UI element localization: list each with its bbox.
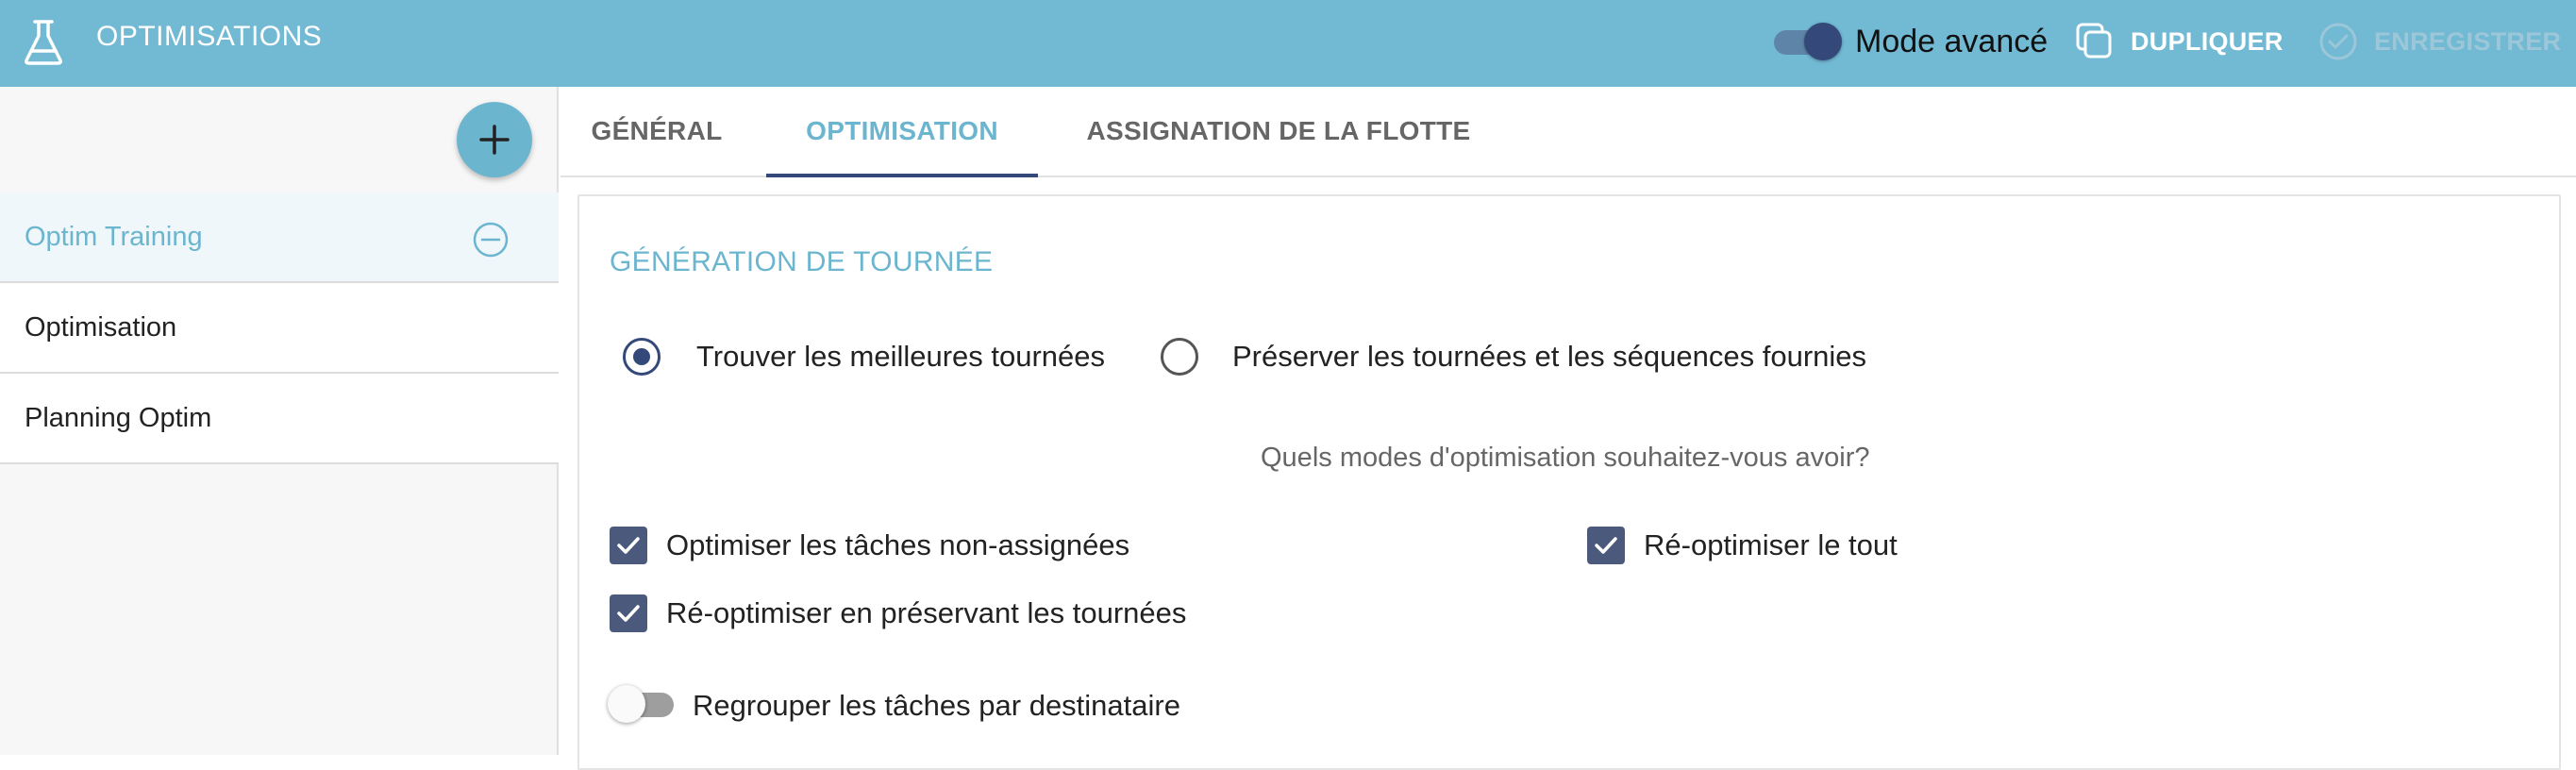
optimisation-panel: GÉNÉRATION DE TOURNÉE Trouver les meille… <box>577 194 2561 770</box>
group-by-recipient-label: Regrouper les tâches par destinataire <box>693 689 1180 722</box>
advanced-mode-label: Mode avancé <box>1855 24 2049 59</box>
check-circle-icon <box>2319 23 2357 60</box>
radio-preserve-routes-label: Préserver les tournées et les séquences … <box>1232 340 1867 373</box>
radio-best-routes-label: Trouver les meilleures tournées <box>696 340 1106 373</box>
radio-best-routes[interactable] <box>623 338 661 376</box>
tab-optimisation[interactable]: OPTIMISATION <box>766 87 1038 177</box>
top-bar: OPTIMISATIONS Mode avancé DUPLIQUER ENRE… <box>0 0 2576 87</box>
page-title: OPTIMISATIONS <box>96 21 323 52</box>
checkmark-icon <box>617 537 640 554</box>
tab-fleet-assignment[interactable]: ASSIGNATION DE LA FLOTTE <box>1066 87 1491 177</box>
checkbox-reoptimise-all-label: Ré-optimiser le tout <box>1644 528 1898 561</box>
toggle-knob <box>1804 23 1842 60</box>
checkbox-reoptimise-all[interactable] <box>1587 527 1625 564</box>
checkbox-optimise-unassigned-label: Optimiser les tâches non-assignées <box>666 528 1130 561</box>
sidebar-item-label: Optimisation <box>25 312 177 343</box>
duplicate-label: DUPLIQUER <box>2131 27 2283 56</box>
sidebar-item-planning-optim[interactable]: Planning Optim <box>0 374 559 464</box>
tab-bar: GÉNÉRAL OPTIMISATION ASSIGNATION DE LA F… <box>560 87 2576 177</box>
radio-preserve-routes[interactable] <box>1161 338 1198 376</box>
add-optimisation-button[interactable] <box>457 102 532 177</box>
sidebar-item-optimisation[interactable]: Optimisation <box>0 283 559 374</box>
group-by-recipient-toggle[interactable] <box>608 685 679 725</box>
sidebar-item-label: Optim Training <box>25 222 203 252</box>
sidebar: Optim Training Optimisation Planning Opt… <box>0 87 559 755</box>
optimisation-modes-question: Quels modes d'optimisation souhaitez-vou… <box>1261 443 1870 473</box>
sidebar-item-label: Planning Optim <box>25 403 212 433</box>
plus-icon <box>479 125 510 155</box>
save-button[interactable]: ENREGISTRER <box>2312 17 2567 66</box>
copy-icon <box>2076 23 2112 59</box>
sidebar-item-optim-training[interactable]: Optim Training <box>0 192 559 283</box>
checkbox-reoptimise-preserving[interactable] <box>610 594 647 632</box>
flask-icon <box>25 20 62 65</box>
tab-general[interactable]: GÉNÉRAL <box>576 87 738 177</box>
checkmark-icon <box>617 605 640 622</box>
section-title: GÉNÉRATION DE TOURNÉE <box>610 246 994 277</box>
minus-circle-icon[interactable] <box>472 221 510 259</box>
save-label: ENREGISTRER <box>2374 27 2562 56</box>
checkmark-icon <box>1595 537 1617 554</box>
checkbox-optimise-unassigned[interactable] <box>610 527 647 564</box>
advanced-mode-toggle[interactable] <box>1774 23 1842 60</box>
toggle-knob <box>608 685 645 723</box>
duplicate-button[interactable]: DUPLIQUER <box>2068 17 2295 66</box>
checkbox-reoptimise-preserving-label: Ré-optimiser en préservant les tournées <box>666 596 1187 629</box>
